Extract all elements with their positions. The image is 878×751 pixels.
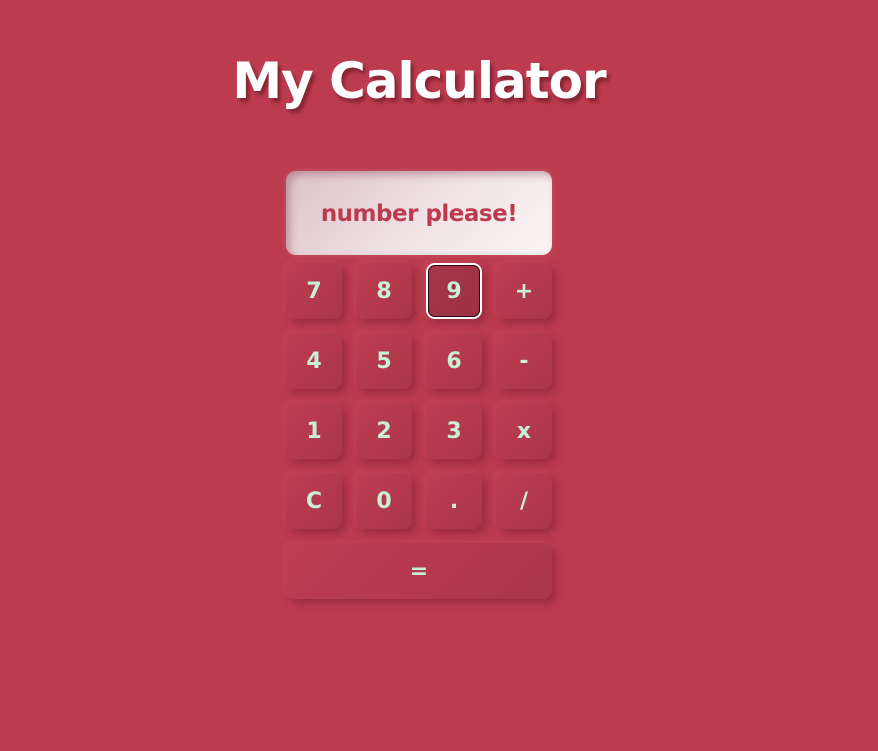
key-9[interactable]: 9	[426, 263, 482, 319]
key-minus[interactable]: -	[496, 333, 552, 389]
key-8[interactable]: 8	[356, 263, 412, 319]
key-clear[interactable]: C	[286, 473, 342, 529]
key-equals[interactable]: =	[286, 543, 552, 599]
key-0[interactable]: 0	[356, 473, 412, 529]
key-6[interactable]: 6	[426, 333, 482, 389]
page-title: My Calculator	[232, 52, 606, 110]
key-decimal[interactable]: .	[426, 473, 482, 529]
key-multiply[interactable]: x	[496, 403, 552, 459]
key-divide[interactable]: /	[496, 473, 552, 529]
key-4[interactable]: 4	[286, 333, 342, 389]
display-text: number please!	[320, 201, 518, 227]
key-3[interactable]: 3	[426, 403, 482, 459]
key-1[interactable]: 1	[286, 403, 342, 459]
key-7[interactable]: 7	[286, 263, 342, 319]
key-plus[interactable]: +	[496, 263, 552, 319]
calculator-display: number please!	[286, 171, 552, 255]
key-2[interactable]: 2	[356, 403, 412, 459]
key-5[interactable]: 5	[356, 333, 412, 389]
